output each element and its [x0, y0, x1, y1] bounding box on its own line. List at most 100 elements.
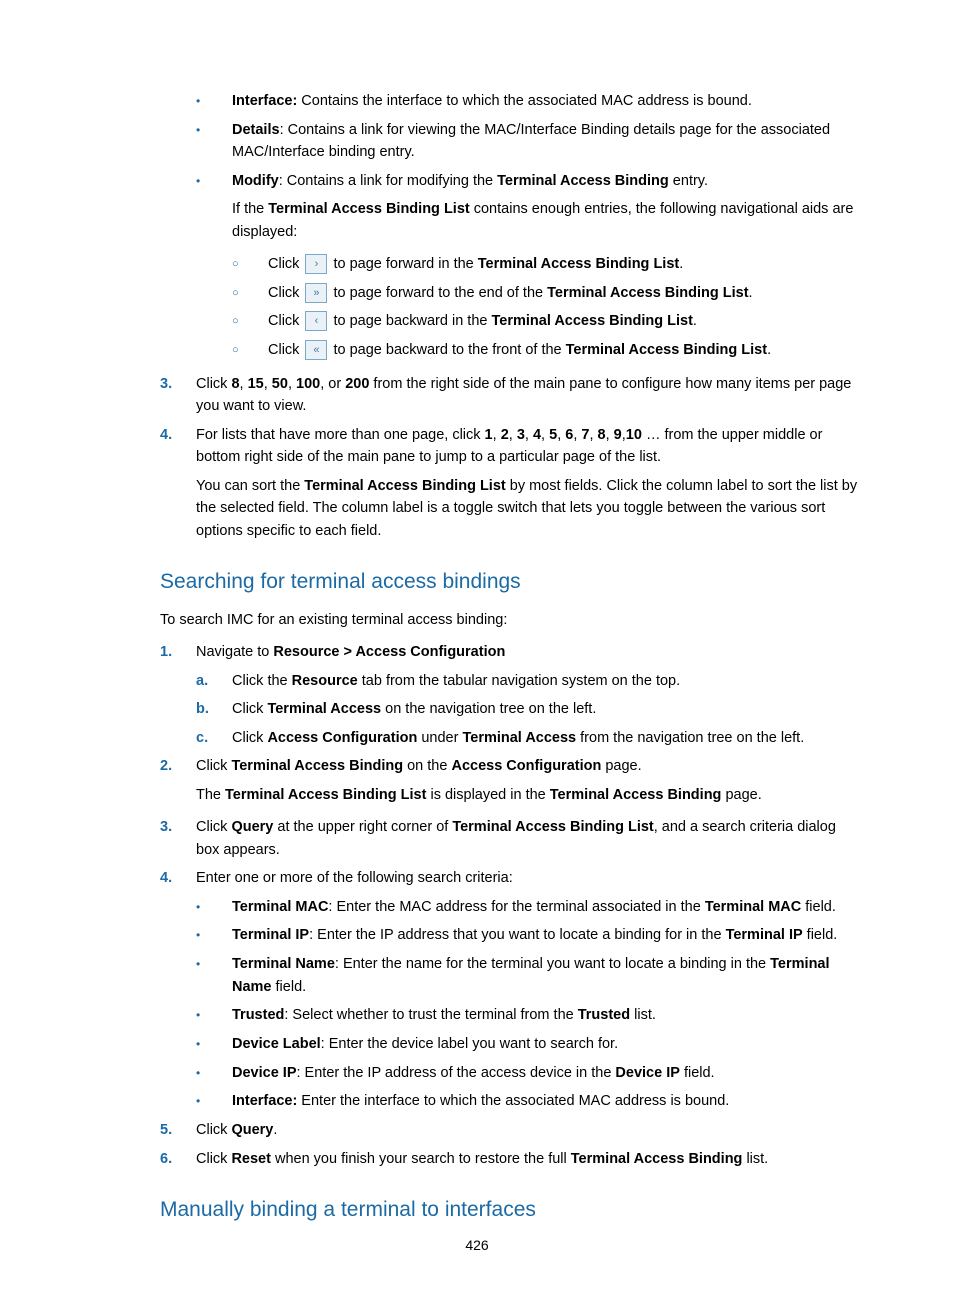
heading-searching: Searching for terminal access bindings: [160, 566, 859, 599]
text: to page forward in the: [329, 256, 477, 272]
bullet-icon: •: [196, 896, 232, 919]
text: .: [679, 256, 683, 272]
criteria-trusted: • Trusted: Select whether to trust the t…: [196, 1004, 859, 1027]
text: field.: [803, 927, 838, 943]
text: Enter one or more of the following searc…: [196, 867, 859, 889]
label: Interface:: [232, 93, 297, 109]
text: page.: [721, 787, 761, 803]
bold: 10: [626, 427, 642, 443]
bold-term: Terminal Access Binding List: [491, 313, 692, 329]
circle-icon: ○: [232, 253, 268, 275]
step2-1c: c. Click Access Configuration under Term…: [196, 727, 859, 749]
text: Click: [196, 819, 231, 835]
bold: 50: [272, 376, 288, 392]
bold-term: Terminal Access Binding List: [304, 478, 505, 494]
page-prev-icon: ‹: [305, 311, 327, 331]
text: entry.: [669, 173, 708, 189]
label: Device IP: [232, 1065, 297, 1081]
step-4-continuation: You can sort the Terminal Access Binding…: [196, 475, 859, 542]
bold-term: Terminal Access Binding: [231, 758, 403, 774]
text: : Contains a link for modifying the: [279, 173, 497, 189]
text: : Enter the IP address that you want to …: [309, 927, 725, 943]
bullet-modify: • Modify: Contains a link for modifying …: [196, 170, 859, 367]
document-page: • Interface: Contains the interface to w…: [0, 0, 954, 1297]
bold-term: Terminal Access Binding List: [452, 819, 653, 835]
text: list.: [742, 1151, 768, 1167]
bold-term: Terminal IP: [726, 927, 803, 943]
criteria-name: • Terminal Name: Enter the name for the …: [196, 953, 859, 998]
page-last-icon: »: [305, 283, 327, 303]
text: field.: [272, 979, 307, 995]
bullet-icon: •: [196, 170, 232, 367]
text: Click: [268, 342, 303, 358]
text: list.: [630, 1007, 656, 1023]
bold: 1: [485, 427, 493, 443]
step-number: 2.: [160, 755, 196, 777]
bullet-details: • Details: Contains a link for viewing t…: [196, 119, 859, 164]
bold-term: Resource: [292, 673, 358, 689]
text: ,: [493, 427, 501, 443]
nav-forward: ○ Click › to page forward in the Termina…: [232, 253, 859, 275]
bold: 3: [517, 427, 525, 443]
bold-term: Terminal Access Binding List: [225, 787, 426, 803]
page-next-icon: ›: [305, 254, 327, 274]
bold: 8: [598, 427, 606, 443]
text: to page backward to the front of the: [329, 342, 565, 358]
label: Terminal IP: [232, 927, 309, 943]
text: from the navigation tree on the left.: [576, 730, 804, 746]
step-4: 4. For lists that have more than one pag…: [160, 424, 859, 469]
text: For lists that have more than one page, …: [196, 427, 485, 443]
step2-1: 1. Navigate to Resource > Access Configu…: [160, 641, 859, 663]
modify-continuation: If the Terminal Access Binding List cont…: [232, 198, 859, 243]
nav-prev: ○ Click ‹ to page backward in the Termin…: [232, 310, 859, 332]
bullet-interface: • Interface: Contains the interface to w…: [196, 90, 859, 113]
criteria-ip: • Terminal IP: Enter the IP address that…: [196, 924, 859, 947]
step2-5: 5. Click Query.: [160, 1119, 859, 1141]
substep-letter: c.: [196, 727, 232, 749]
nav-last: ○ Click » to page forward to the end of …: [232, 282, 859, 304]
text: Click: [232, 701, 267, 717]
text: ,: [240, 376, 248, 392]
label: Terminal MAC: [232, 899, 328, 915]
substep-letter: a.: [196, 670, 232, 692]
circle-icon: ○: [232, 339, 268, 361]
label: Trusted: [232, 1007, 284, 1023]
label: Modify: [232, 173, 279, 189]
label: Interface:: [232, 1093, 297, 1109]
bullet-icon: •: [196, 1090, 232, 1113]
bold-term: Resource > Access Configuration: [273, 644, 505, 660]
step2-4: 4. Enter one or more of the following se…: [160, 867, 859, 889]
bold: 100: [296, 376, 320, 392]
text: is displayed in the: [426, 787, 549, 803]
text: field.: [680, 1065, 715, 1081]
text: .: [273, 1122, 277, 1138]
criteria-interface: • Interface: Enter the interface to whic…: [196, 1090, 859, 1113]
substep-letter: b.: [196, 698, 232, 720]
bold: 8: [231, 376, 239, 392]
criteria-mac: • Terminal MAC: Enter the MAC address fo…: [196, 896, 859, 919]
circle-icon: ○: [232, 310, 268, 332]
bold-term: Terminal Access Binding: [571, 1151, 743, 1167]
text: field.: [801, 899, 836, 915]
bullet-icon: •: [196, 1033, 232, 1056]
label: Terminal Name: [232, 956, 335, 972]
bold-term: Terminal Access Binding List: [547, 285, 748, 301]
text: page.: [601, 758, 641, 774]
step-number: 3.: [160, 373, 196, 418]
text: ,: [525, 427, 533, 443]
bold-term: Terminal Access Binding List: [566, 342, 767, 358]
text: Click: [268, 256, 303, 272]
text: ,: [589, 427, 597, 443]
bullet-icon: •: [196, 1062, 232, 1085]
text: tab from the tabular navigation system o…: [358, 673, 680, 689]
bold: 15: [248, 376, 264, 392]
bold-term: Query: [231, 1122, 273, 1138]
step-number: 3.: [160, 816, 196, 861]
bold-term: Terminal Access: [462, 730, 576, 746]
bullet-icon: •: [196, 924, 232, 947]
criteria-device-ip: • Device IP: Enter the IP address of the…: [196, 1062, 859, 1085]
text: Click: [196, 376, 231, 392]
text: under: [417, 730, 462, 746]
text: : Enter the device label you want to sea…: [321, 1036, 618, 1052]
bullet-icon: •: [196, 1004, 232, 1027]
